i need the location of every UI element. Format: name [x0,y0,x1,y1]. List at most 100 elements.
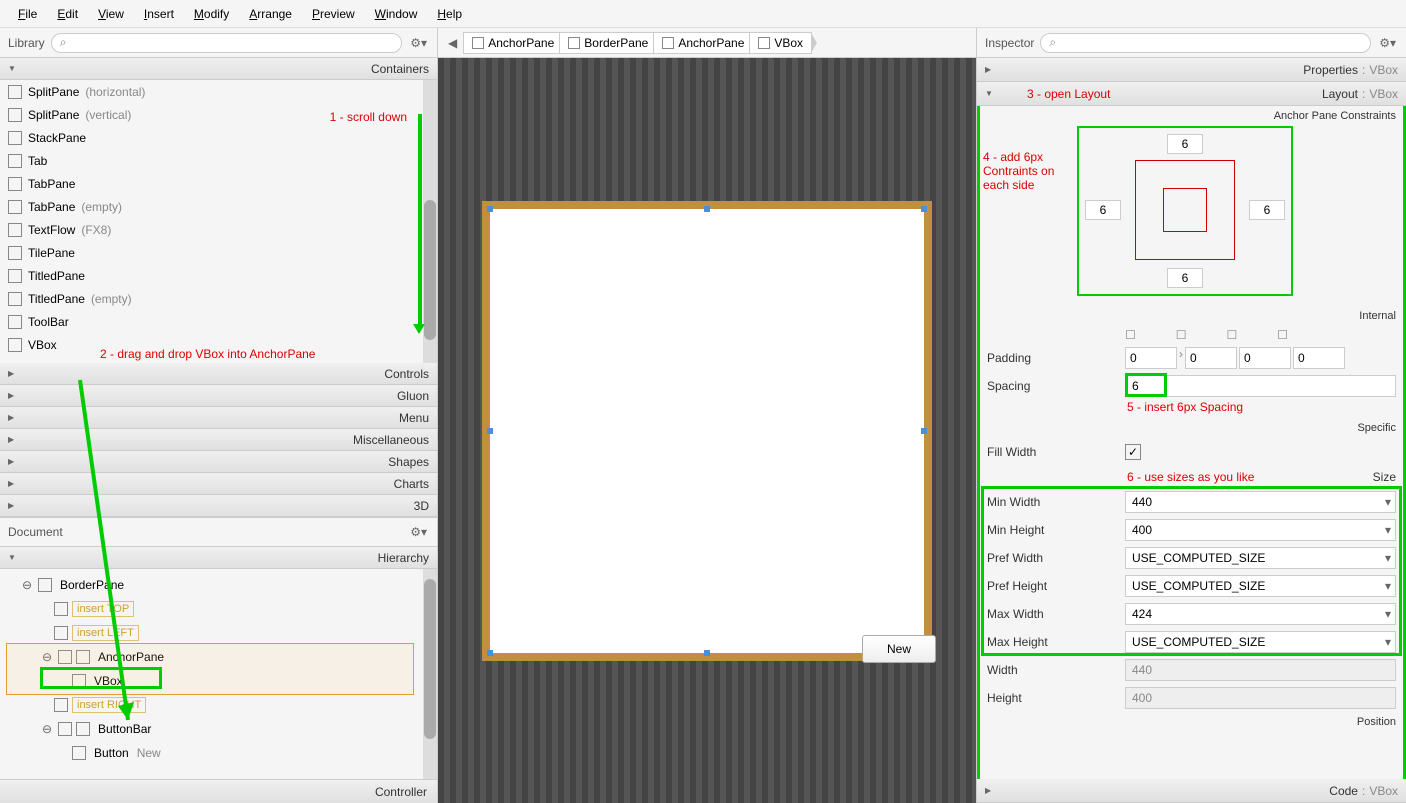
padding-top-input[interactable] [1125,347,1177,369]
max-width-label: Max Width [987,607,1117,621]
annotation-6: 6 - use sizes as you like [1127,470,1254,484]
tree-item-borderpane[interactable]: ⊖BorderPane [0,573,437,597]
tree-item-anchorpane[interactable]: ⊖AnchorPane [0,645,437,669]
canvas[interactable]: New [438,58,976,803]
document-gear-icon[interactable]: ⚙▾ [408,523,429,541]
inspector-gear-icon[interactable]: ⚙▾ [1377,34,1398,52]
tree-item-insert-top[interactable]: insert TOP [0,597,437,621]
library-scrollbar[interactable] [423,80,437,363]
fill-width-checkbox[interactable]: ✓ [1125,444,1141,460]
collapse-icon[interactable]: ⊖ [40,722,54,736]
placeholder-icon [54,698,68,712]
section-charts[interactable]: Charts [0,473,437,495]
section-3d[interactable]: 3D [0,495,437,517]
section-controller[interactable]: Controller [0,779,437,803]
padding-bottom-input[interactable] [1239,347,1291,369]
max-height-input[interactable]: USE_COMPUTED_SIZE [1125,631,1396,653]
subsection-size: 6 - use sizes as you like Size [977,466,1406,488]
tree-item-insert-right[interactable]: insert RIGHT [0,693,437,717]
anchor-bottom-input[interactable] [1167,268,1203,288]
tree-item-button[interactable]: ButtonNew [0,741,437,765]
section-controls[interactable]: Controls [0,363,437,385]
library-search[interactable]: ⌕ [51,33,403,53]
splitpane-h-icon [8,85,22,99]
max-width-input[interactable]: 424 [1125,603,1396,625]
titledpane-icon [8,292,22,306]
fill-width-label: Fill Width [987,445,1117,459]
inspector-search[interactable]: ⌕ [1040,33,1371,53]
anchor-right-input[interactable] [1249,200,1285,220]
tree-item-vbox[interactable]: VBox [0,669,437,693]
breadcrumb: ◀ AnchorPane BorderPane AnchorPane VBox [438,28,976,58]
breadcrumb-item[interactable]: BorderPane [559,32,657,54]
menu-preview[interactable]: Preview [302,3,365,25]
menu-help[interactable]: Help [427,3,472,25]
breadcrumb-item[interactable]: VBox [749,32,812,54]
stackpane-icon [8,131,22,145]
annotation-1: 1 - scroll down [330,110,407,124]
spacing-input[interactable] [1125,375,1396,397]
center-panel: ◀ AnchorPane BorderPane AnchorPane VBox … [438,28,976,803]
tree-item-insert-left[interactable]: insert LEFT [0,621,437,645]
min-height-input[interactable]: 400 [1125,519,1396,541]
menu-insert[interactable]: Insert [134,3,184,25]
anchor-top-input[interactable] [1167,134,1203,154]
list-item[interactable]: StackPane [0,126,437,149]
max-height-label: Max Height [987,635,1117,649]
section-code[interactable]: Code: VBox [977,779,1406,803]
breadcrumb-item[interactable]: AnchorPane [653,32,753,54]
padding-right-input[interactable] [1185,347,1237,369]
collapse-icon[interactable]: ⊖ [20,578,34,592]
anchor-left-input[interactable] [1085,200,1121,220]
tilepane-icon [8,246,22,260]
section-containers[interactable]: Containers [0,58,437,80]
list-item[interactable]: TilePane [0,241,437,264]
hierarchy-scrollbar[interactable] [423,569,437,779]
menu-view[interactable]: View [88,3,134,25]
buttonbar-icon [76,722,90,736]
list-item[interactable]: Tab [0,149,437,172]
list-item[interactable]: TabPane [0,172,437,195]
menu-file[interactable]: File [8,3,47,25]
design-surface[interactable] [482,201,932,661]
anchor-diagram [1077,126,1293,296]
section-misc[interactable]: Miscellaneous [0,429,437,451]
min-width-input[interactable]: 440 [1125,491,1396,513]
list-item[interactable]: TabPane(empty) [0,195,437,218]
placeholder-icon [58,722,72,736]
section-layout[interactable]: 3 - open Layout Layout: VBox [977,82,1406,106]
list-item[interactable]: TitledPane(empty) [0,287,437,310]
menu-edit[interactable]: Edit [47,3,88,25]
breadcrumb-back-icon[interactable]: ◀ [442,36,463,50]
collapse-icon[interactable]: ⊖ [40,650,54,664]
list-item[interactable]: SplitPane(horizontal) [0,80,437,103]
pref-height-input[interactable]: USE_COMPUTED_SIZE [1125,575,1396,597]
menu-arrange[interactable]: Arrange [239,3,302,25]
pref-width-input[interactable]: USE_COMPUTED_SIZE [1125,547,1396,569]
width-label: Width [987,663,1117,677]
tabpane-icon [8,177,22,191]
toolbar-icon [8,315,22,329]
padding-left-input[interactable] [1293,347,1345,369]
subsection-internal: Internal [977,306,1406,326]
left-panel: Library ⌕ ⚙▾ Containers SplitPane(horizo… [0,28,438,803]
annotation-4: 4 - add 6px Contraints on each side [983,150,1073,192]
button-icon [72,746,86,760]
vbox-icon [8,338,22,352]
menu-window[interactable]: Window [365,3,428,25]
library-gear-icon[interactable]: ⚙▾ [408,34,429,52]
breadcrumb-item[interactable]: AnchorPane [463,32,563,54]
section-shapes[interactable]: Shapes [0,451,437,473]
new-button[interactable]: New [862,635,936,663]
section-hierarchy[interactable]: Hierarchy [0,547,437,569]
textflow-icon [8,223,22,237]
section-properties[interactable]: Properties: VBox [977,58,1406,82]
menu-modify[interactable]: Modify [184,3,239,25]
list-item[interactable]: TextFlow(FX8) [0,218,437,241]
section-gluon[interactable]: Gluon [0,385,437,407]
list-item[interactable]: TitledPane [0,264,437,287]
tree-item-buttonbar[interactable]: ⊖ButtonBar [0,717,437,741]
list-item[interactable]: ToolBar [0,310,437,333]
section-menu[interactable]: Menu [0,407,437,429]
hierarchy-tree: ⊖BorderPane insert TOP insert LEFT ⊖Anch… [0,569,437,779]
